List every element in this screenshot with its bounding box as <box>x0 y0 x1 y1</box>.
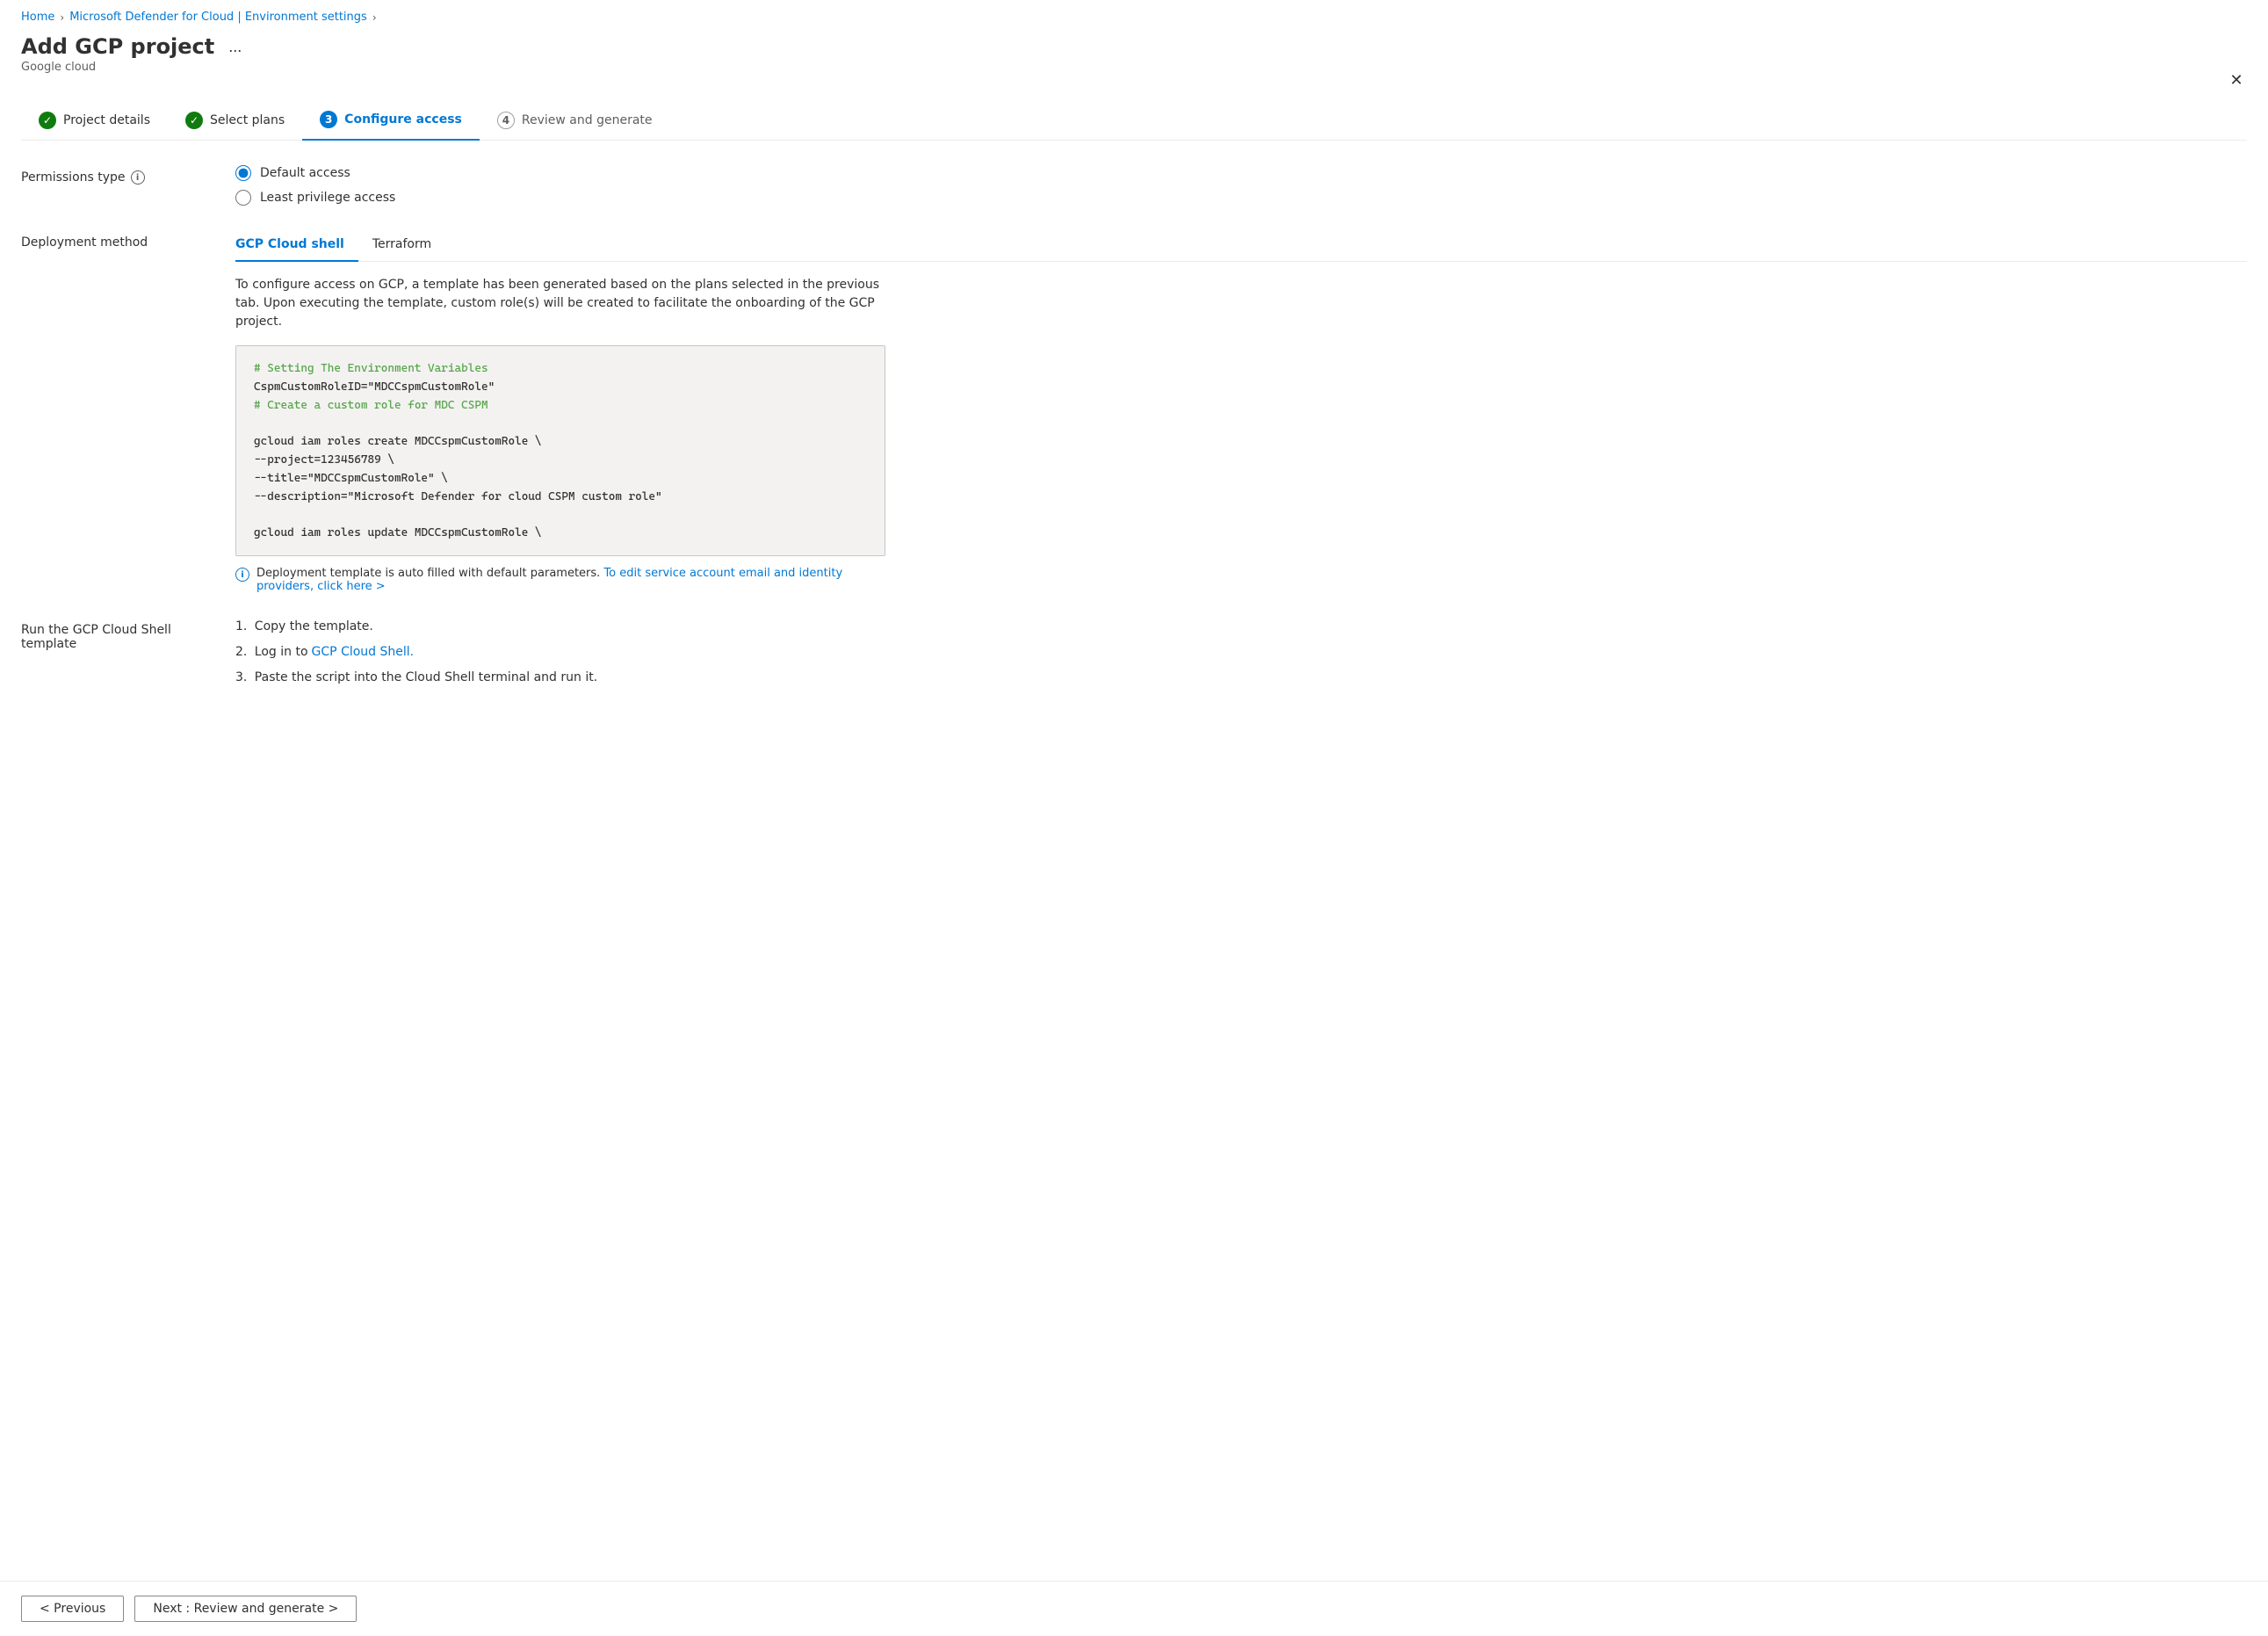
info-bar: i Deployment template is auto filled wit… <box>235 567 885 593</box>
step-2-number: 2. <box>235 643 247 662</box>
step-2-text: Log in to <box>250 643 307 662</box>
step-review-generate[interactable]: 4 Review and generate <box>480 103 670 140</box>
run-cloud-shell-label-col: Run the GCP Cloud Shell template <box>21 618 214 651</box>
tab-gcp-cloud-shell-label: GCP Cloud shell <box>235 237 344 251</box>
radio-default-access-input[interactable] <box>235 165 251 181</box>
step-icon-select-plans: ✓ <box>185 112 203 129</box>
cloud-shell-steps-list: 1. Copy the template. 2. Log in to GCP C… <box>235 618 2247 687</box>
tab-gcp-cloud-shell[interactable]: GCP Cloud shell <box>235 230 358 262</box>
code-line-1: # Setting The Environment Variables <box>254 360 867 379</box>
step-icon-review-generate: 4 <box>497 112 515 129</box>
breadcrumb-separator-1: › <box>60 11 64 24</box>
code-line-2: CspmCustomRoleID="MDCCspmCustomRole" <box>254 379 867 397</box>
next-button[interactable]: Next : Review and generate > <box>134 1596 357 1622</box>
info-bar-text: Deployment template is auto filled with … <box>256 567 885 593</box>
step-3-number: 3. <box>235 669 247 687</box>
page-subtitle: Google cloud <box>21 61 2247 74</box>
gcp-cloud-shell-link[interactable]: GCP Cloud Shell. <box>312 643 415 662</box>
deployment-method-row: Deployment method GCP Cloud shell Terraf… <box>21 230 2247 593</box>
step-label-project-details: Project details <box>63 113 150 127</box>
ellipsis-button[interactable]: ... <box>223 36 247 58</box>
step-icon-project-details: ✓ <box>39 112 56 129</box>
info-bar-icon: i <box>235 568 249 582</box>
step-select-plans[interactable]: ✓ Select plans <box>168 103 302 140</box>
permissions-radio-group: Default access Least privilege access <box>235 165 2247 206</box>
code-line-7: --title="MDCCspmCustomRole" \ <box>254 470 867 489</box>
step-1-text: Copy the template. <box>250 618 373 636</box>
deployment-tab-bar: GCP Cloud shell Terraform <box>235 230 2247 262</box>
step-label-select-plans: Select plans <box>210 113 285 127</box>
code-line-6: --project=123456789 \ <box>254 452 867 470</box>
deployment-method-controls: GCP Cloud shell Terraform To configure a… <box>235 230 2247 593</box>
page-title: Add GCP project <box>21 34 214 59</box>
permissions-type-label-col: Permissions type i <box>21 165 214 185</box>
permissions-type-info-icon[interactable]: i <box>131 170 145 185</box>
cloud-shell-step-3: 3. Paste the script into the Cloud Shell… <box>235 669 2247 687</box>
steps-bar: ✓ Project details ✓ Select plans 3 Confi… <box>21 88 2247 141</box>
code-line-10: gcloud iam roles update MDCCspmCustomRol… <box>254 525 867 543</box>
info-bar-static-text: Deployment template is auto filled with … <box>256 567 600 580</box>
step-icon-configure-access: 3 <box>320 111 337 128</box>
code-line-9 <box>254 506 867 525</box>
footer: < Previous Next : Review and generate > <box>0 1581 2268 1636</box>
deployment-method-label: Deployment method <box>21 235 214 250</box>
step-label-review-generate: Review and generate <box>522 113 653 127</box>
cloud-shell-step-2: 2. Log in to GCP Cloud Shell. <box>235 643 2247 662</box>
deployment-method-text: Deployment method <box>21 235 148 250</box>
permissions-type-text: Permissions type <box>21 170 126 185</box>
run-cloud-shell-line1: Run the GCP Cloud Shell <box>21 623 171 637</box>
form-area: Permissions type i Default access Least … <box>21 141 2247 729</box>
step-configure-access[interactable]: 3 Configure access <box>302 102 480 141</box>
deployment-description: To configure access on GCP, a template h… <box>235 276 885 331</box>
permissions-type-row: Permissions type i Default access Least … <box>21 165 2247 206</box>
breadcrumb-env-settings[interactable]: Microsoft Defender for Cloud | Environme… <box>69 11 367 24</box>
step-3-text: Paste the script into the Cloud Shell te… <box>250 669 597 687</box>
main-header: Add GCP project ... Google cloud ✕ <box>0 31 2268 88</box>
content-wrapper: ✓ Project details ✓ Select plans 3 Confi… <box>0 88 2268 1581</box>
radio-default-access-label: Default access <box>260 166 350 180</box>
deployment-method-label-col: Deployment method <box>21 230 214 250</box>
breadcrumb-home[interactable]: Home <box>21 11 54 24</box>
tab-terraform-label: Terraform <box>372 237 431 251</box>
code-line-3: # Create a custom role for MDC CSPM <box>254 397 867 416</box>
radio-least-privilege-input[interactable] <box>235 190 251 206</box>
permissions-type-label: Permissions type i <box>21 170 214 185</box>
breadcrumb-separator-2: › <box>372 11 377 24</box>
tab-terraform[interactable]: Terraform <box>358 230 445 262</box>
radio-least-privilege-label: Least privilege access <box>260 191 395 205</box>
step-1-number: 1. <box>235 618 247 636</box>
step-project-details[interactable]: ✓ Project details <box>21 103 168 140</box>
code-line-4 <box>254 415 867 433</box>
radio-least-privilege[interactable]: Least privilege access <box>235 190 2247 206</box>
run-cloud-shell-text: Run the GCP Cloud Shell template <box>21 623 171 651</box>
run-cloud-shell-row: Run the GCP Cloud Shell template 1. Copy… <box>21 618 2247 687</box>
code-line-8: --description="Microsoft Defender for cl… <box>254 489 867 507</box>
run-cloud-shell-line2: template <box>21 637 76 651</box>
code-block[interactable]: # Setting The Environment Variables Cspm… <box>235 345 885 556</box>
cloud-shell-step-1: 1. Copy the template. <box>235 618 2247 636</box>
code-line-5: gcloud iam roles create MDCCspmCustomRol… <box>254 433 867 452</box>
breadcrumb: Home › Microsoft Defender for Cloud | En… <box>0 0 2268 31</box>
run-cloud-shell-label: Run the GCP Cloud Shell template <box>21 623 214 651</box>
run-cloud-shell-steps: 1. Copy the template. 2. Log in to GCP C… <box>235 618 2247 687</box>
permissions-type-controls: Default access Least privilege access <box>235 165 2247 206</box>
radio-default-access[interactable]: Default access <box>235 165 2247 181</box>
step-label-configure-access: Configure access <box>344 112 462 127</box>
previous-button[interactable]: < Previous <box>21 1596 124 1622</box>
